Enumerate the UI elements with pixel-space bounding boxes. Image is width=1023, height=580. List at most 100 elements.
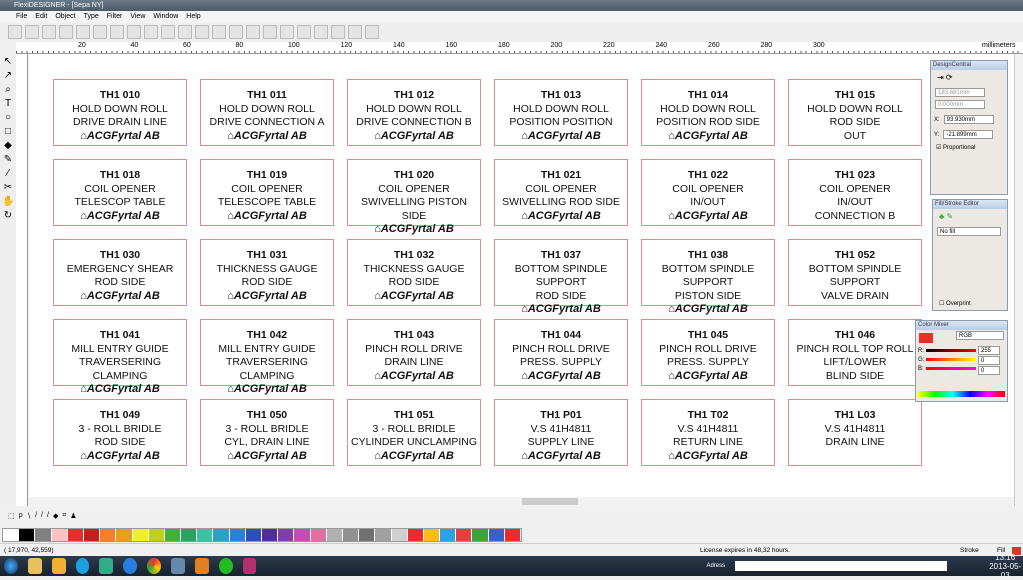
toolbar-button-icon[interactable] [246, 25, 260, 39]
ie-icon[interactable] [123, 558, 138, 574]
eyedropper-icon[interactable]: ⁄ [2, 168, 14, 180]
indesign-icon[interactable] [242, 558, 257, 574]
bucket-icon[interactable]: ◆ [53, 512, 58, 524]
height-field[interactable]: 0.000mm [935, 100, 985, 109]
label-card[interactable]: TH1 015 HOLD DOWN ROLL ROD SIDE OUT [788, 79, 922, 146]
palette-swatch[interactable] [359, 529, 376, 541]
palette-swatch[interactable] [310, 529, 327, 541]
label-card[interactable]: TH1 037 BOTTOM SPINDLE SUPPORT ROD SIDE ⌂AC… [494, 239, 628, 315]
label-card[interactable]: TH1 041 MILL ENTRY GUIDE TRAVERSERING CLAM… [53, 319, 187, 395]
toolbar-button-icon[interactable] [42, 25, 56, 39]
maps-icon[interactable] [99, 558, 114, 574]
toolbar-button-icon[interactable] [127, 25, 141, 39]
toolbar-button-icon[interactable] [280, 25, 294, 39]
toolbar-button-icon[interactable] [59, 25, 73, 39]
palette-swatch[interactable] [375, 529, 392, 541]
palette-swatch[interactable] [440, 529, 457, 541]
hand-tool-icon[interactable]: ✋ [2, 196, 14, 208]
toolbar-button-icon[interactable] [263, 25, 277, 39]
scissors-icon[interactable]: ✂ [2, 182, 14, 194]
toolbar-button-icon[interactable] [144, 25, 158, 39]
menu-type[interactable]: Type [84, 11, 99, 23]
fill-stroke-icons[interactable]: ♣ ✎ [933, 209, 1007, 224]
flexi-icon[interactable] [171, 558, 185, 574]
palette-swatch[interactable] [245, 529, 262, 541]
palette-swatch[interactable] [262, 529, 279, 541]
folder-icon[interactable] [51, 558, 66, 574]
palette-swatch[interactable] [407, 529, 424, 541]
palette-swatch[interactable] [197, 529, 214, 541]
label-card[interactable]: TH1 023 COIL OPENER IN/OUT CONNECTION B [788, 159, 922, 226]
label-card[interactable]: TH1 050 3 - ROLL BRIDLE CYL, DRAIN LINE ⌂AC… [200, 399, 334, 466]
palette-swatch[interactable] [100, 529, 117, 541]
label-card[interactable]: TH1 031 THICKNESS GAUGE ROD SIDE ⌂ACGFyrtal… [200, 239, 334, 306]
r-slider[interactable] [926, 349, 976, 352]
zoom-tool-icon[interactable]: ⌕ [2, 84, 14, 96]
pen-icon[interactable]: / [35, 512, 37, 524]
toolbar-button-icon[interactable] [110, 25, 124, 39]
stamp-icon[interactable]: ♟ [70, 512, 76, 524]
fill-tool-icon[interactable]: ◆ [2, 140, 14, 152]
toolbar-button-icon[interactable] [76, 25, 90, 39]
menu-view[interactable]: View [130, 11, 145, 23]
ellipse-tool-icon[interactable]: ○ [2, 112, 14, 124]
label-card[interactable]: TH1 044 PINCH ROLL DRIVE PRESS. SUPPLY ⌂ACG… [494, 319, 628, 386]
select-tool-icon[interactable]: ↖ [2, 56, 14, 68]
address-bar[interactable] [735, 561, 948, 571]
label-card[interactable]: TH1 019 COIL OPENER TELESCOPE TABLE ⌂ACGFyr… [200, 159, 334, 226]
palette-swatch[interactable] [472, 529, 489, 541]
spotify-icon[interactable] [218, 558, 233, 574]
label-card[interactable]: TH1 021 COIL OPENER SWIVELLING ROD SIDE ⌂AC… [494, 159, 628, 226]
label-card[interactable]: TH1 030 EMERGENCY SHEAR ROD SIDE ⌂ACGFyrtal… [53, 239, 187, 306]
knife-icon[interactable]: ∖ [27, 512, 31, 524]
marquee-icon[interactable]: ⬚ [8, 512, 15, 524]
color-model-select[interactable]: RGB [956, 331, 1004, 340]
toolbar-button-icon[interactable] [331, 25, 345, 39]
palette-swatch[interactable] [488, 529, 505, 541]
menu-window[interactable]: Window [153, 11, 178, 23]
menu-edit[interactable]: Edit [35, 11, 47, 23]
label-card[interactable]: TH1 020 COIL OPENER SWIVELLING PISTON SIDE… [347, 159, 481, 235]
menu-object[interactable]: Object [55, 11, 75, 23]
design-canvas[interactable]: TH1 010 HOLD DOWN ROLL DRIVE DRAIN LINE ⌂AC… [29, 54, 1014, 506]
toolbar-button-icon[interactable] [195, 25, 209, 39]
palette-swatch[interactable] [456, 529, 473, 541]
toolbar-button-icon[interactable] [297, 25, 311, 39]
palette-swatch[interactable] [164, 529, 182, 541]
label-card[interactable]: TH1 038 BOTTOM SPINDLE SUPPORT PISTON SIDE… [641, 239, 775, 315]
rectangle-tool-icon[interactable]: □ [2, 126, 14, 138]
scroll-thumb[interactable] [522, 498, 578, 505]
b-field[interactable]: 0 [978, 366, 1000, 375]
crop-icon[interactable]: ⌗ [62, 512, 66, 524]
r-field[interactable]: 255 [978, 346, 1000, 355]
label-card[interactable]: TH1 022 COIL OPENER IN/OUT ⌂ACGFyrtal AB [641, 159, 775, 226]
menu-filter[interactable]: Filter [107, 11, 123, 23]
palette-swatch[interactable] [3, 529, 20, 541]
rotate-tool-icon[interactable]: ↻ [2, 210, 14, 222]
toolbar-button-icon[interactable] [348, 25, 362, 39]
toolbar-button-icon[interactable] [8, 25, 22, 39]
pen-tool-icon[interactable]: ✎ [2, 154, 14, 166]
transform-icons[interactable]: ⇥ ⟳ [931, 70, 1007, 85]
label-card[interactable]: TH1 049 3 - ROLL BRIDLE ROD SIDE ⌂ACGFyrtal… [53, 399, 187, 466]
palette-swatch[interactable] [181, 529, 198, 541]
palette-swatch[interactable] [132, 529, 149, 541]
palette-swatch[interactable] [294, 529, 311, 541]
label-card[interactable]: TH1 045 PINCH ROLL DRIVE PRESS. SUPPLY ⌂ACG… [641, 319, 775, 386]
palette-swatch[interactable] [35, 529, 52, 541]
palette-swatch[interactable] [213, 529, 230, 541]
palette-swatch[interactable] [67, 529, 84, 541]
proportional-checkbox[interactable]: ☑ Proportional [931, 142, 1007, 153]
label-card[interactable]: TH1 042 MILL ENTRY GUIDE TRAVERSERING CLAM… [200, 319, 334, 395]
toolbar-button-icon[interactable] [314, 25, 328, 39]
palette-swatch[interactable] [504, 529, 521, 541]
y-field[interactable]: -21.899mm [943, 130, 994, 139]
palette-swatch[interactable] [391, 529, 408, 541]
label-card[interactable]: TH1 051 3 - ROLL BRIDLE CYLINDER UNCLAMPIN… [347, 399, 481, 466]
label-card[interactable]: TH1 046 PINCH ROLL TOP ROLL LIFT/LOWER BLIN… [788, 319, 922, 386]
menu-file[interactable]: File [16, 11, 27, 23]
label-card[interactable]: TH1 018 COIL OPENER TELESCOP TABLE ⌂ACGFyrt… [53, 159, 187, 226]
vertical-scrollbar[interactable] [1014, 54, 1023, 506]
fill-select[interactable]: No fill [937, 227, 1001, 236]
toolbar-button-icon[interactable] [229, 25, 243, 39]
